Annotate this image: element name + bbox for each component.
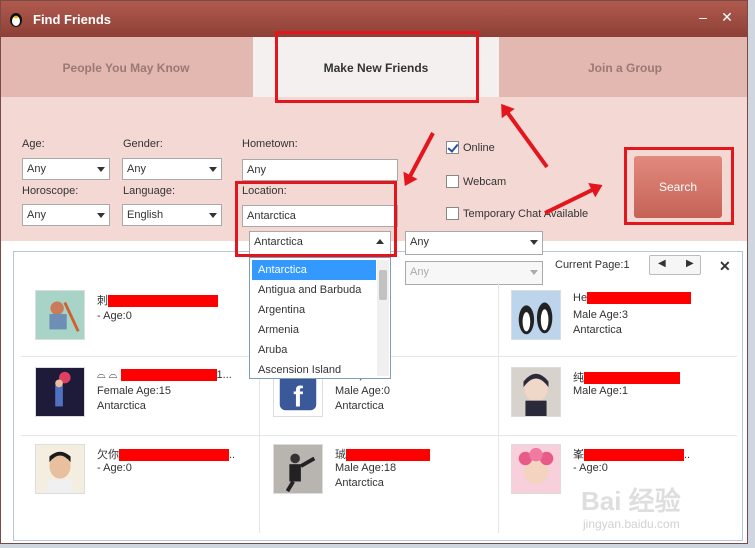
redaction-bar: [120, 369, 217, 382]
avatar: [35, 367, 85, 417]
watermark-logo: Bai 经验: [581, 486, 681, 516]
result-card[interactable]: ⌓ ⌓ 1... Female Age:15 Antarctica: [35, 367, 277, 443]
result-name: ⌓ ⌓ 1...: [97, 369, 232, 382]
result-name: He: [573, 292, 692, 305]
avatar: [511, 367, 561, 417]
chevron-down-icon: [209, 167, 217, 172]
result-location: Antarctica: [573, 324, 622, 336]
result-gender-age: Male Age:18: [335, 462, 397, 474]
dropdown-option[interactable]: Armenia: [252, 320, 376, 340]
dropdown-option[interactable]: Antigua and Barbuda: [252, 280, 376, 300]
avatar: [35, 444, 85, 494]
dropdown-option[interactable]: Antarctica: [252, 260, 376, 280]
language-label: Language:: [123, 185, 175, 197]
temp-chat-checkbox[interactable]: [446, 207, 459, 220]
avatar: [273, 444, 323, 494]
chevron-down-icon: [530, 240, 538, 245]
online-checkbox[interactable]: [446, 141, 459, 154]
hometown-select[interactable]: Any: [242, 159, 398, 181]
dropdown-option[interactable]: Ascension Island: [252, 360, 376, 380]
gender-label: Gender:: [123, 138, 163, 150]
result-location: Antarctica: [97, 400, 146, 412]
avatar: [35, 290, 85, 340]
gender-select[interactable]: Any: [122, 158, 222, 180]
result-location: Antarctica: [335, 477, 384, 489]
pager-controls: ◀ ▶: [649, 255, 701, 275]
location-region-select[interactable]: Any: [405, 231, 543, 255]
result-gender-age: - Age:0: [97, 310, 132, 322]
tab-join-a-group[interactable]: Join a Group: [501, 37, 747, 97]
result-gender-age: Male Age:0: [335, 385, 391, 397]
result-card[interactable]: He Male Age:3 Antarctica: [511, 290, 747, 366]
result-gender-age: Male Age:1: [573, 385, 629, 397]
webcam-label: Webcam: [463, 176, 507, 188]
penguin-icon: [10, 13, 22, 27]
annotation-box-search: [624, 147, 734, 225]
age-value: Any: [27, 163, 46, 175]
horoscope-select[interactable]: Any: [22, 204, 110, 226]
annotation-box-location: [235, 181, 397, 257]
redaction-bar: [108, 295, 218, 308]
result-name: 刺: [97, 292, 218, 308]
minimize-icon[interactable]: –: [693, 8, 713, 28]
dropdown-option[interactable]: Argentina: [252, 300, 376, 320]
chevron-down-icon: [209, 213, 217, 218]
tab-people-you-may-know[interactable]: People You May Know: [1, 37, 251, 97]
watermark-url: jingyan.baidu.com: [583, 517, 680, 531]
result-card[interactable]: 刺 - Age:0: [35, 290, 277, 366]
find-friends-window: Find Friends – ✕ People You May Know Mak…: [0, 0, 748, 544]
window-title: Find Friends: [33, 12, 111, 27]
close-results-icon[interactable]: ✕: [719, 258, 731, 275]
next-page-icon[interactable]: ▶: [686, 258, 694, 269]
result-gender-age: Male Age:3: [573, 309, 629, 321]
result-gender-age: - Age:0: [97, 462, 132, 474]
result-gender-age: Female Age:15: [97, 385, 171, 397]
temp-chat-label: Temporary Chat Available: [463, 208, 589, 220]
avatar: [511, 444, 561, 494]
horoscope-label: Horoscope:: [22, 185, 79, 197]
result-name: 珹: [335, 446, 430, 462]
redaction-bar: [587, 292, 692, 305]
close-window-icon[interactable]: ✕: [717, 8, 737, 28]
prev-page-icon[interactable]: ◀: [658, 258, 666, 269]
chevron-down-icon: [530, 270, 538, 275]
location-region-value: Any: [410, 236, 429, 248]
dropdown-option[interactable]: Aruba: [252, 340, 376, 360]
language-value: English: [127, 209, 164, 221]
redaction-bar: [584, 449, 684, 462]
avatar: [511, 290, 561, 340]
redaction-bar: [119, 449, 229, 462]
chevron-down-icon: [97, 213, 105, 218]
country-dropdown-list[interactable]: Antarctica Antigua and Barbuda Argentina…: [249, 257, 391, 379]
location-city-select[interactable]: Any: [405, 261, 543, 285]
chevron-down-icon: [97, 167, 105, 172]
gender-value: Any: [127, 163, 146, 175]
location-city-value: Any: [410, 266, 429, 278]
current-page-label: Current Page:1: [555, 259, 630, 271]
result-name: 欠你..: [97, 449, 236, 462]
dropdown-scrollbar[interactable]: [377, 260, 389, 376]
horoscope-value: Any: [27, 209, 46, 221]
result-name: 纯: [573, 369, 680, 385]
result-gender-age: - Age:0: [573, 462, 608, 474]
redaction-bar: [346, 449, 430, 462]
age-select[interactable]: Any: [22, 158, 110, 180]
result-name: 峯..: [573, 449, 691, 462]
annotation-box-tab: [275, 31, 479, 103]
result-card[interactable]: 珹 Male Age:18 Antarctica: [273, 444, 515, 520]
result-card[interactable]: 纯 Male Age:1: [511, 367, 747, 443]
svg-text:f: f: [293, 381, 303, 413]
result-location: Antarctica: [335, 400, 384, 412]
language-select[interactable]: English: [122, 204, 222, 226]
age-label: Age:: [22, 138, 45, 150]
hometown-value: Any: [247, 164, 266, 176]
scrollbar-thumb[interactable]: [379, 270, 387, 300]
webcam-checkbox[interactable]: [446, 175, 459, 188]
online-label: Online: [463, 142, 495, 154]
result-card[interactable]: 欠你.. - Age:0: [35, 444, 277, 520]
hometown-label: Hometown:: [242, 138, 298, 150]
redaction-bar: [584, 372, 680, 385]
